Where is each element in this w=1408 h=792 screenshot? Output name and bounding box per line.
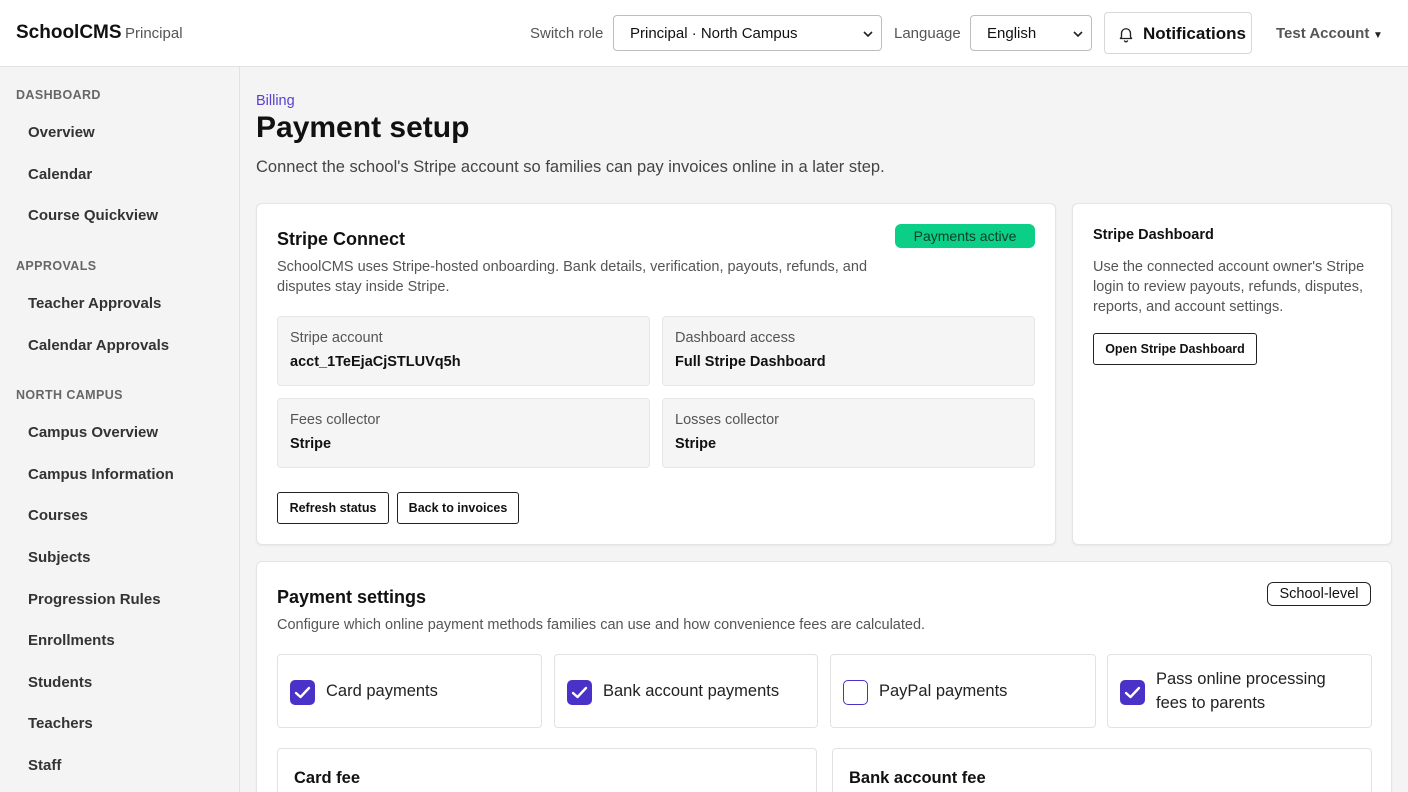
sidebar-section-approvals: APPROVALS [16, 259, 97, 273]
sidebar-item-overview[interactable]: Overview [28, 124, 95, 141]
language-label: Language [894, 25, 961, 42]
language-select[interactable]: English [970, 15, 1092, 51]
role-tag: Principal [125, 25, 183, 42]
payment-settings-title: Payment settings [277, 587, 427, 607]
losses-collector-field: Losses collector Stripe [662, 398, 1035, 468]
sidebar-item-teacher-approvals[interactable]: Teacher Approvals [28, 295, 161, 312]
card-fee-panel: Card fee [277, 748, 817, 792]
sidebar-item-course-quickview[interactable]: Course Quickview [28, 207, 158, 224]
language-value: English [987, 25, 1037, 42]
payment-settings-card: Payment settings School-level Configure … [256, 561, 1392, 792]
sidebar-item-progression-rules[interactable]: Progression Rules [28, 591, 161, 608]
field-label: Dashboard access [675, 330, 796, 346]
bank-account-fee-panel: Bank account fee [832, 748, 1372, 792]
sidebar-item-calendar[interactable]: Calendar [28, 166, 92, 183]
checkbox-checked[interactable] [1120, 680, 1145, 705]
sidebar-section-north-campus: NORTH CAMPUS [16, 388, 123, 402]
stripe-connect-title: Stripe Connect [277, 229, 406, 249]
stripe-dashboard-card: Stripe Dashboard Use the connected accou… [1072, 203, 1392, 545]
paypal-payments-option[interactable]: PayPal payments [830, 654, 1096, 728]
sidebar-item-campus-information[interactable]: Campus Information [28, 466, 174, 483]
field-label: Stripe account [290, 330, 383, 346]
bank-account-fee-title: Bank account fee [849, 769, 986, 787]
sidebar-item-courses[interactable]: Courses [28, 507, 88, 524]
notifications-label: Notifications [1143, 24, 1246, 43]
bell-icon [1119, 28, 1133, 43]
open-stripe-dashboard-button[interactable]: Open Stripe Dashboard [1093, 333, 1257, 365]
sidebar-item-calendar-approvals[interactable]: Calendar Approvals [28, 337, 169, 354]
field-value: Stripe [675, 436, 717, 452]
field-label: Losses collector [675, 412, 779, 428]
switch-role-select[interactable]: Principal · North Campus [613, 15, 882, 51]
sidebar-item-students[interactable]: Students [28, 674, 92, 691]
checkmark-icon [1124, 686, 1141, 699]
pass-fees-option[interactable]: Pass online processing fees to parents [1107, 654, 1372, 728]
stripe-connect-card: Stripe Connect Payments active SchoolCMS… [256, 203, 1056, 545]
switch-role-label: Switch role [530, 25, 604, 42]
stripe-dashboard-description: Use the connected account owner's Stripe… [1093, 259, 1365, 315]
sidebar-section-dashboard: DASHBOARD [16, 88, 101, 102]
field-label: Fees collector [290, 412, 381, 428]
fees-collector-field: Fees collector Stripe [277, 398, 650, 468]
checkmark-icon [571, 686, 588, 699]
checkmark-icon [294, 686, 311, 699]
brand-logo[interactable]: SchoolCMS [16, 22, 122, 44]
option-label: Card payments [326, 682, 438, 700]
payment-settings-description: Configure which online payment methods f… [277, 617, 926, 633]
sidebar-item-staff[interactable]: Staff [28, 757, 61, 774]
sidebar-item-subjects[interactable]: Subjects [28, 549, 91, 566]
checkbox-checked[interactable] [567, 680, 592, 705]
refresh-status-button[interactable]: Refresh status [277, 492, 389, 524]
page-subtitle: Connect the school's Stripe account so f… [256, 158, 885, 176]
caret-down-icon[interactable]: ▼ [1373, 30, 1383, 41]
sidebar-item-teachers[interactable]: Teachers [28, 715, 93, 732]
sidebar: DASHBOARD Overview Calendar Course Quick… [0, 67, 240, 792]
dashboard-access-field: Dashboard access Full Stripe Dashboard [662, 316, 1035, 386]
sidebar-item-campus-overview[interactable]: Campus Overview [28, 424, 158, 441]
field-value: Stripe [290, 436, 332, 452]
option-label: Bank account payments [603, 682, 780, 700]
chevron-down-icon [863, 31, 873, 38]
chevron-down-icon [1073, 31, 1083, 38]
stripe-connect-description: SchoolCMS uses Stripe-hosted onboarding.… [277, 259, 868, 295]
checkbox-checked[interactable] [290, 680, 315, 705]
field-value: acct_1TeEjaCjSTLUVq5h [290, 354, 461, 370]
account-menu[interactable]: Test Account [1276, 25, 1369, 42]
bank-account-payments-option[interactable]: Bank account payments [554, 654, 818, 728]
back-to-invoices-button[interactable]: Back to invoices [397, 492, 519, 524]
checkbox-unchecked[interactable] [843, 680, 868, 705]
top-bar: SchoolCMS Principal Switch role Principa… [0, 0, 1408, 67]
page-title: Payment setup [256, 111, 470, 144]
field-value: Full Stripe Dashboard [675, 354, 826, 370]
sidebar-item-enrollments[interactable]: Enrollments [28, 632, 115, 649]
stripe-account-field: Stripe account acct_1TeEjaCjSTLUVq5h [277, 316, 650, 386]
option-label: Pass online processing fees to parents [1156, 670, 1326, 712]
card-payments-option[interactable]: Card payments [277, 654, 542, 728]
stripe-dashboard-title: Stripe Dashboard [1093, 227, 1214, 243]
notifications-button[interactable]: Notifications [1104, 12, 1252, 54]
switch-role-value: Principal · North Campus [630, 25, 798, 42]
option-label: PayPal payments [879, 682, 1008, 700]
card-fee-title: Card fee [294, 769, 361, 787]
breadcrumb-billing[interactable]: Billing [256, 93, 295, 109]
school-level-badge: School-level [1267, 582, 1371, 606]
status-badge: Payments active [895, 224, 1035, 248]
